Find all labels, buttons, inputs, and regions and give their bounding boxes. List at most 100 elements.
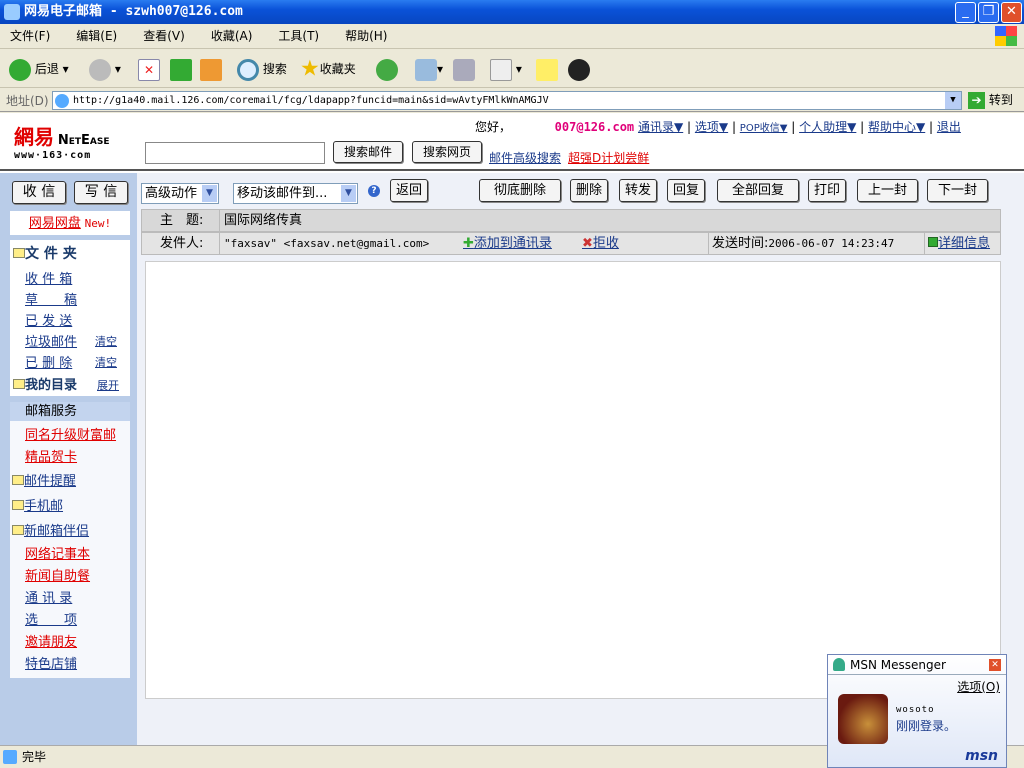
delete-button[interactable]: 删除 bbox=[570, 179, 608, 202]
nav-pop[interactable]: POP收信▼ bbox=[740, 123, 788, 134]
service-notepad[interactable]: 网络记事本 bbox=[25, 543, 90, 562]
chevron-down-icon: ▼ bbox=[341, 185, 356, 202]
page-icon bbox=[3, 750, 17, 764]
service-companion[interactable]: 新邮箱伴侣 bbox=[12, 520, 89, 539]
mail-button[interactable]: ▾ bbox=[415, 56, 443, 82]
folder-drafts[interactable]: 草 稿 bbox=[25, 289, 77, 308]
qq-penguin-icon bbox=[568, 58, 590, 81]
compose-button[interactable]: 写 信 bbox=[74, 181, 128, 204]
back-to-list-button[interactable]: 返回 bbox=[390, 179, 428, 202]
add-contact-link[interactable]: ✚添加到通讯录 bbox=[463, 233, 552, 254]
msn-title: MSN Messenger bbox=[828, 655, 1006, 675]
search-web-button[interactable]: 搜索网页 bbox=[412, 141, 482, 163]
address-label: 地址(D) bbox=[6, 94, 49, 108]
service-upgrade[interactable]: 同名升级财富邮 bbox=[25, 424, 116, 443]
refresh-button[interactable] bbox=[170, 56, 192, 82]
service-options[interactable]: 选 项 bbox=[25, 609, 77, 628]
windows-logo-icon bbox=[995, 26, 1017, 46]
qq-button[interactable] bbox=[568, 56, 590, 82]
service-invite[interactable]: 邀请朋友 bbox=[25, 631, 77, 650]
help-icon[interactable]: ? bbox=[368, 185, 380, 197]
menu-help[interactable]: 帮助(H) bbox=[345, 29, 387, 43]
nav-help[interactable]: 帮助中心▼ bbox=[868, 120, 925, 134]
subject-row: 主 题: 国际网络传真 bbox=[141, 209, 1001, 232]
go-button[interactable]: ➔ 转到 bbox=[968, 91, 1013, 110]
address-bar: 地址(D) http://g1a40.mail.126.com/coremail… bbox=[0, 89, 1024, 112]
nav-assistant[interactable]: 个人助理▼ bbox=[799, 120, 856, 134]
mail-body[interactable] bbox=[145, 261, 1001, 699]
msn-close-icon[interactable]: ✕ bbox=[989, 659, 1001, 671]
word-icon bbox=[490, 58, 512, 81]
msn-message: 刚刚登录。 bbox=[896, 719, 957, 733]
mail-from: "faxsav" <faxsav.net@gmail.com> bbox=[219, 233, 429, 254]
search-input[interactable] bbox=[145, 142, 325, 164]
print-button[interactable] bbox=[453, 56, 475, 82]
folder-icon bbox=[12, 475, 24, 485]
nav-logout[interactable]: 退出 bbox=[937, 120, 961, 134]
nav-contacts[interactable]: 通讯录▼ bbox=[638, 120, 683, 134]
home-button[interactable] bbox=[200, 56, 222, 82]
menu-tools[interactable]: 工具(T) bbox=[278, 29, 319, 43]
search-button[interactable]: 搜索 bbox=[237, 56, 287, 82]
mail-header: 網易 NetEase www·163·com 您好， 007@126.com 通… bbox=[0, 113, 1024, 171]
receive-button[interactable]: 收 信 bbox=[12, 181, 66, 204]
move-to-select[interactable]: 移动该邮件到... ▼ bbox=[233, 183, 358, 204]
close-button[interactable]: ✕ bbox=[1001, 2, 1022, 23]
search-mail-button[interactable]: 搜索邮件 bbox=[333, 141, 403, 163]
menu-view[interactable]: 查看(V) bbox=[143, 29, 185, 43]
star-icon: ★ bbox=[300, 56, 320, 82]
chess-avatar bbox=[838, 694, 888, 744]
search-icon bbox=[237, 58, 259, 81]
history-button[interactable] bbox=[376, 56, 398, 82]
forward-button[interactable]: ▾ bbox=[89, 56, 121, 82]
nav-options[interactable]: 选项▼ bbox=[695, 120, 728, 134]
mail-icon bbox=[415, 58, 437, 81]
minimize-button[interactable]: _ bbox=[955, 2, 976, 23]
forward-mail-button[interactable]: 转发 bbox=[619, 179, 657, 202]
empty-spam-link[interactable]: 清空 bbox=[95, 333, 117, 349]
reject-link[interactable]: ✖拒收 bbox=[582, 233, 619, 254]
expand-link[interactable]: 展开 bbox=[97, 377, 119, 393]
reply-all-button[interactable]: 全部回复 bbox=[717, 179, 799, 202]
previous-mail-button[interactable]: 上一封 bbox=[857, 179, 918, 202]
advanced-actions-select[interactable]: 高级动作 ▼ bbox=[141, 183, 219, 204]
notes-button[interactable] bbox=[536, 56, 558, 82]
advanced-search-link[interactable]: 邮件高级搜索 bbox=[489, 149, 561, 166]
empty-trash-link[interactable]: 清空 bbox=[95, 354, 117, 370]
menu-file[interactable]: 文件(F) bbox=[10, 29, 50, 43]
service-cards[interactable]: 精品贺卡 bbox=[25, 446, 77, 465]
url-input[interactable]: http://g1a40.mail.126.com/coremail/fcg/l… bbox=[52, 91, 962, 110]
menu-edit[interactable]: 编辑(E) bbox=[76, 29, 117, 43]
msn-options-link[interactable]: 选项(O) bbox=[957, 678, 1000, 695]
netdisk-link[interactable]: 网易网盘 bbox=[29, 216, 81, 231]
menu-favorites[interactable]: 收藏(A) bbox=[211, 29, 253, 43]
dropdown-icon[interactable]: ▼ bbox=[945, 92, 961, 109]
maximize-button[interactable]: ❐ bbox=[978, 2, 999, 23]
msn-buddy-icon bbox=[833, 658, 845, 671]
folder-icon bbox=[12, 525, 24, 535]
details-link[interactable]: 详细信息 bbox=[924, 233, 990, 254]
favorites-button[interactable]: ★收藏夹 bbox=[300, 56, 356, 82]
my-directory[interactable]: 我的目录 bbox=[13, 374, 77, 393]
permanent-delete-button[interactable]: 彻底删除 bbox=[479, 179, 561, 202]
folder-trash[interactable]: 已 删 除 bbox=[25, 352, 72, 371]
msn-notification[interactable]: MSN Messenger ✕ 选项(O) wosoto 刚刚登录。 msn bbox=[827, 654, 1007, 768]
folder-inbox[interactable]: 收 件 箱 bbox=[25, 268, 72, 287]
back-button[interactable]: 后退 ▾ bbox=[9, 56, 69, 82]
reply-button[interactable]: 回复 bbox=[667, 179, 705, 202]
promo-link[interactable]: 超强D计划尝鲜 bbox=[568, 149, 649, 166]
home-icon bbox=[200, 58, 222, 81]
folder-spam[interactable]: 垃圾邮件 bbox=[25, 331, 77, 350]
service-reminder[interactable]: 邮件提醒 bbox=[12, 470, 76, 489]
stop-button[interactable]: ✕ bbox=[138, 56, 160, 82]
service-news[interactable]: 新闻自助餐 bbox=[25, 565, 90, 584]
folder-icon bbox=[12, 500, 24, 510]
folder-sent[interactable]: 已 发 送 bbox=[25, 310, 72, 329]
service-shop[interactable]: 特色店铺 bbox=[25, 653, 77, 672]
folder-icon bbox=[13, 248, 25, 258]
service-mobile[interactable]: 手机邮 bbox=[12, 495, 63, 514]
edit-button[interactable]: ▾ bbox=[490, 56, 522, 82]
service-contacts[interactable]: 通 讯 录 bbox=[25, 587, 72, 606]
next-mail-button[interactable]: 下一封 bbox=[927, 179, 988, 202]
print-mail-button[interactable]: 打印 bbox=[808, 179, 846, 202]
